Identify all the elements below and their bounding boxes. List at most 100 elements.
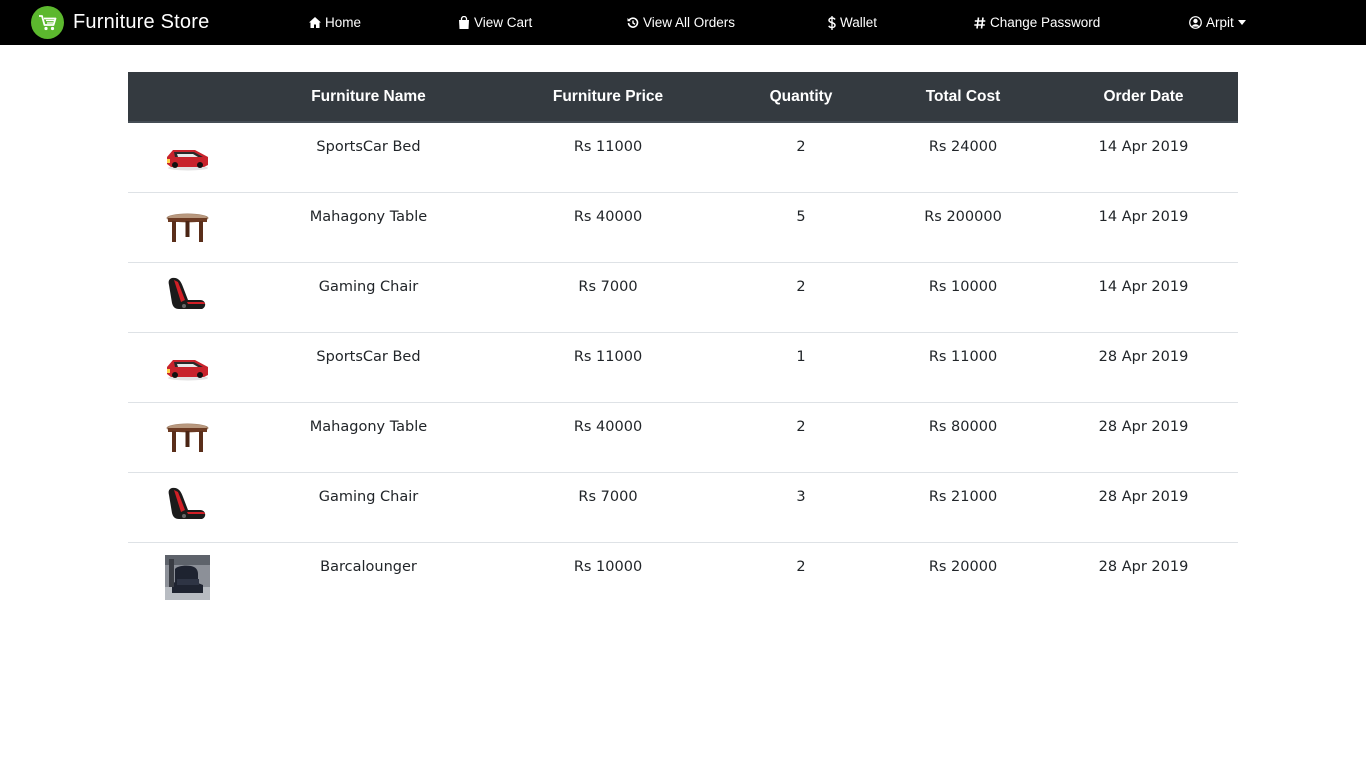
order-date: 28 Apr 2019 (1098, 349, 1189, 365)
navbar: Furniture Store Home View Cart View All … (0, 0, 1366, 45)
date-cell: 28 Apr 2019 (1049, 472, 1238, 543)
total-cost: Rs 200000 (924, 209, 1002, 225)
name-cell: Mahagony Table (246, 192, 491, 263)
date-cell: 28 Apr 2019 (1049, 402, 1238, 473)
orders-table-container: Furniture Name Furniture Price Quantity … (128, 72, 1238, 612)
furniture-price: Rs 11000 (573, 139, 643, 155)
furniture-name: Mahagony Table (309, 419, 428, 435)
brand-name: Furniture Store (73, 11, 210, 33)
image-cell (128, 472, 246, 543)
image-cell (128, 332, 246, 403)
quantity: 1 (796, 349, 806, 365)
dollar-icon (828, 15, 836, 30)
header-furniture-price: Furniture Price (491, 72, 725, 123)
quantity: 2 (796, 419, 806, 435)
name-cell: Gaming Chair (246, 262, 491, 333)
total-cost: Rs 24000 (928, 139, 998, 155)
nav-change-password-label: Change Password (990, 15, 1101, 30)
home-icon (309, 17, 321, 28)
quantity: 5 (796, 209, 806, 225)
table-row: Barcalounger Rs 10000 2 Rs 20000 28 Apr … (128, 542, 1238, 612)
table-row: SportsCar Bed Rs 11000 1 Rs 11000 28 Apr… (128, 332, 1238, 403)
price-cell: Rs 11000 (491, 122, 725, 193)
qty-cell: 2 (725, 122, 877, 193)
qty-cell: 5 (725, 192, 877, 263)
total-cost: Rs 21000 (928, 489, 998, 505)
qty-cell: 2 (725, 262, 877, 333)
orders-table: Furniture Name Furniture Price Quantity … (128, 72, 1238, 612)
date-cell: 14 Apr 2019 (1049, 192, 1238, 263)
image-cell (128, 402, 246, 473)
order-date: 28 Apr 2019 (1098, 489, 1189, 505)
furniture-price: Rs 10000 (573, 559, 643, 575)
nav-view-all-orders-label: View All Orders (643, 15, 736, 30)
qty-cell: 2 (725, 402, 877, 473)
mahagony-table-image (165, 415, 210, 460)
total-cell: Rs 21000 (877, 472, 1049, 543)
furniture-price: Rs 40000 (573, 419, 643, 435)
date-cell: 28 Apr 2019 (1049, 332, 1238, 403)
total-cell: Rs 20000 (877, 542, 1049, 612)
name-cell: Barcalounger (246, 542, 491, 612)
quantity: 2 (796, 139, 806, 155)
name-cell: Mahagony Table (246, 402, 491, 473)
furniture-price: Rs 7000 (578, 279, 638, 295)
qty-cell: 2 (725, 542, 877, 612)
barcalounger-image (164, 555, 210, 600)
furniture-name: Gaming Chair (318, 489, 419, 505)
user-dropdown[interactable]: Arpit (1189, 0, 1246, 45)
total-cost: Rs 80000 (928, 419, 998, 435)
image-cell (128, 122, 246, 193)
user-name: Arpit (1206, 15, 1234, 30)
total-cost: Rs 11000 (928, 349, 998, 365)
quantity: 3 (796, 489, 806, 505)
name-cell: SportsCar Bed (246, 332, 491, 403)
image-cell (128, 542, 246, 612)
sportscar-bed-image (165, 135, 210, 180)
furniture-name: Mahagony Table (309, 209, 428, 225)
shopping-bag-icon (459, 16, 469, 29)
nav-wallet-label: Wallet (840, 15, 878, 30)
header-furniture-name: Furniture Name (246, 72, 491, 123)
total-cell: Rs 11000 (877, 332, 1049, 403)
nav-view-all-orders[interactable]: View All Orders (627, 0, 735, 45)
nav-change-password[interactable]: Change Password (974, 0, 1100, 45)
furniture-name: SportsCar Bed (316, 139, 421, 155)
image-cell (128, 192, 246, 263)
quantity: 2 (796, 279, 806, 295)
date-cell: 28 Apr 2019 (1049, 542, 1238, 612)
order-date: 28 Apr 2019 (1098, 419, 1189, 435)
mahagony-table-image (165, 205, 210, 250)
price-cell: Rs 11000 (491, 332, 725, 403)
header-total-cost: Total Cost (877, 72, 1049, 123)
price-cell: Rs 10000 (491, 542, 725, 612)
total-cell: Rs 24000 (877, 122, 1049, 193)
furniture-name: SportsCar Bed (316, 349, 421, 365)
order-date: 14 Apr 2019 (1098, 139, 1189, 155)
name-cell: Gaming Chair (246, 472, 491, 543)
total-cost: Rs 10000 (928, 279, 998, 295)
table-header-row: Furniture Name Furniture Price Quantity … (128, 72, 1238, 123)
sportscar-bed-image (165, 345, 210, 390)
brand-link[interactable]: Furniture Store (31, 6, 209, 39)
order-date: 14 Apr 2019 (1098, 209, 1189, 225)
order-date: 28 Apr 2019 (1098, 559, 1189, 575)
gaming-chair-image (165, 485, 210, 530)
header-quantity: Quantity (725, 72, 877, 123)
price-cell: Rs 7000 (491, 472, 725, 543)
history-icon (627, 16, 639, 28)
nav-home-label: Home (325, 15, 362, 30)
furniture-price: Rs 40000 (573, 209, 643, 225)
table-row: SportsCar Bed Rs 11000 2 Rs 24000 14 Apr… (128, 122, 1238, 193)
total-cost: Rs 20000 (928, 559, 998, 575)
date-cell: 14 Apr 2019 (1049, 122, 1238, 193)
furniture-name: Barcalounger (320, 559, 417, 575)
price-cell: Rs 40000 (491, 192, 725, 263)
table-row: Gaming Chair Rs 7000 3 Rs 21000 28 Apr 2… (128, 472, 1238, 543)
nav-wallet[interactable]: Wallet (828, 0, 877, 45)
total-cell: Rs 10000 (877, 262, 1049, 333)
nav-view-cart[interactable]: View Cart (458, 0, 532, 45)
name-cell: SportsCar Bed (246, 122, 491, 193)
qty-cell: 1 (725, 332, 877, 403)
nav-home[interactable]: Home (309, 0, 361, 45)
